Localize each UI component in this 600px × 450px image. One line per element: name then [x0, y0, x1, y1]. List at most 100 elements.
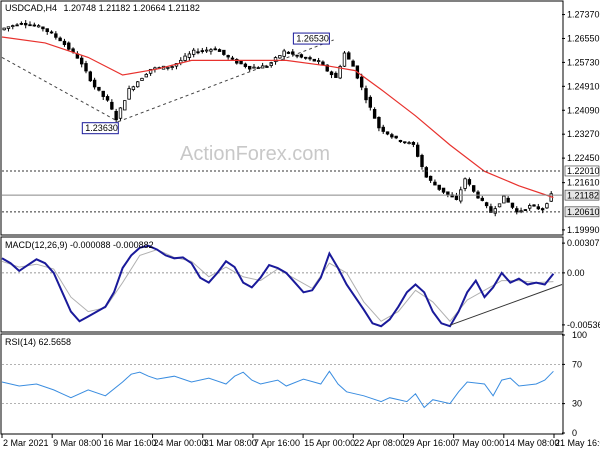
candle-body: [252, 66, 256, 69]
candle-body: [213, 48, 217, 51]
candle-body: [484, 202, 489, 207]
candle-body: [403, 141, 407, 144]
candle-body: [411, 141, 416, 145]
candle-body: [377, 116, 381, 129]
candle-body: [493, 208, 497, 214]
price-annotation: 1.26530: [292, 32, 330, 45]
candle-body: [230, 57, 235, 60]
candle-body: [41, 26, 45, 30]
candle-body: [506, 197, 510, 203]
candle-body: [140, 77, 144, 81]
macd-tick-label: -0.005369: [567, 320, 600, 330]
candle-body: [127, 88, 131, 100]
x-tick-label: 31 Mar 08:00: [204, 438, 257, 448]
candle-body: [523, 209, 528, 211]
level-tag-label: 1.21182: [567, 190, 599, 200]
candle-body: [497, 203, 502, 208]
candle-body: [316, 60, 321, 62]
level-tag: 1.22010: [564, 165, 600, 177]
candle-body: [308, 57, 312, 60]
candle-body: [97, 86, 101, 91]
x-tick-label: 2 Mar 2021: [3, 438, 49, 448]
candle-body: [291, 51, 295, 55]
candle-body: [45, 28, 49, 33]
candle-body: [260, 65, 265, 69]
candle-body: [6, 26, 11, 29]
price-tick-label: 1.23270: [567, 129, 600, 139]
candle-body: [519, 210, 523, 213]
candle-body: [329, 71, 334, 76]
candle-body: [209, 49, 213, 52]
level-tag: 1.21182: [564, 189, 600, 201]
candle-body: [433, 181, 437, 186]
candle-body: [420, 154, 424, 167]
candle-body: [368, 96, 373, 108]
candle-body: [67, 42, 71, 50]
candle-body: [265, 66, 269, 68]
price-tick-label: 1.21610: [567, 178, 600, 188]
x-tick-label: 24 Mar 00:00: [154, 438, 207, 448]
x-tick-label: 14 May 08:00: [505, 438, 560, 448]
candle-body: [385, 131, 390, 135]
macd-title: MACD(12,26,9) -0.000088 -0.000882: [5, 240, 154, 250]
candle-body: [303, 56, 308, 59]
candle-body: [88, 71, 93, 82]
macd-tick-label: 0.00: [567, 268, 585, 278]
candle-body: [536, 206, 541, 210]
candle-body: [390, 134, 394, 138]
price-tick-label: 1.22450: [567, 153, 600, 163]
candle-body: [15, 24, 19, 27]
candle-body: [398, 139, 403, 143]
candle-body: [454, 195, 459, 200]
candle-body: [204, 49, 209, 52]
candle-body: [532, 204, 536, 207]
rsi-title: RSI(14) 62.5658: [5, 337, 71, 347]
candle-body: [54, 33, 58, 38]
candle-body: [540, 208, 545, 211]
candle-body: [23, 22, 28, 26]
candle-body: [510, 202, 515, 208]
candle-body: [407, 142, 411, 145]
price-tick-label: 1.27370: [567, 10, 600, 20]
candle-body: [286, 51, 291, 54]
candle-body: [467, 179, 472, 185]
candle-body: [364, 88, 368, 101]
rsi-tick-label: 70: [572, 359, 582, 369]
candle-body: [84, 63, 88, 72]
candle-body: [342, 52, 347, 67]
candle-body: [372, 109, 377, 119]
price-tick-label: 1.26550: [567, 33, 600, 43]
candle-body: [92, 79, 97, 88]
level-tag-label: 1.20610: [567, 207, 600, 217]
candle-body: [187, 53, 192, 58]
x-tick-label: 9 Mar 08:00: [53, 438, 101, 448]
rsi-tick-label: 100: [572, 330, 587, 340]
candle-body: [32, 24, 37, 27]
candle-body: [170, 66, 174, 68]
candle-body: [351, 60, 355, 67]
candle-body: [428, 175, 433, 181]
symbol-label: USDCAD,H4: [5, 3, 57, 13]
price-tick-label: 1.19990: [567, 225, 600, 235]
level-tag: 1.20610: [564, 206, 600, 218]
forex-chart: ActionForex.com 1.26530 1.23630 1.22010 1.…: [0, 0, 600, 450]
price-annotation: 1.23630: [81, 122, 119, 135]
candle-body: [144, 74, 149, 78]
candle-body: [359, 76, 364, 88]
level-tag-label: 1.22010: [567, 166, 600, 176]
x-tick-label: 22 Apr 08:00: [354, 438, 405, 448]
candle-body: [118, 107, 123, 119]
candle-body: [334, 72, 338, 78]
x-tick-label: 7 Apr 16:00: [254, 438, 300, 448]
candle-body: [196, 51, 200, 54]
candle-body: [278, 55, 282, 59]
candle-body: [131, 86, 136, 90]
ohlc-values: 1.20748 1.21182 1.20664 1.21182: [64, 3, 200, 13]
candle-body: [480, 197, 485, 201]
candle-body: [28, 24, 32, 27]
candle-body: [36, 25, 41, 28]
candle-body: [58, 37, 62, 42]
candle-body: [299, 54, 304, 58]
candle-body: [243, 63, 248, 67]
x-tick-label: 15 Apr 00:00: [304, 438, 355, 448]
